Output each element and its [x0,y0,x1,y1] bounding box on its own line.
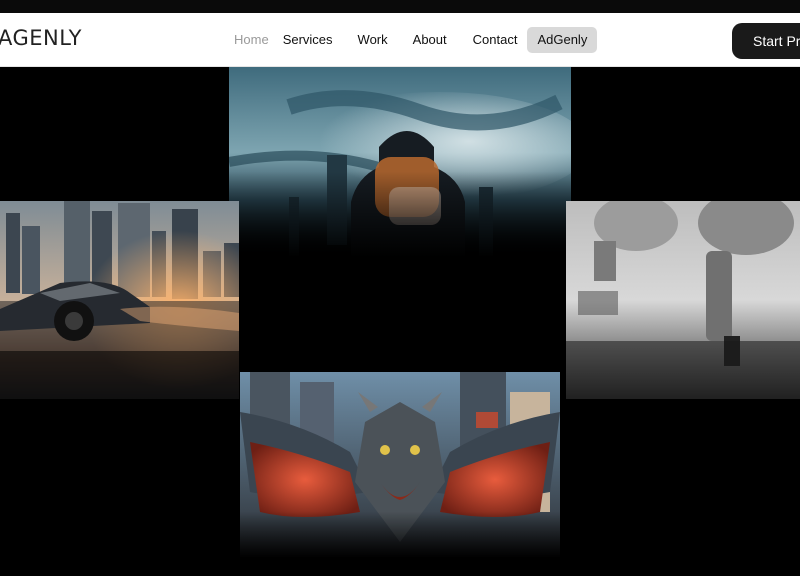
navbar: AGENLY Home Services Work About Contact … [0,13,800,67]
gallery-tile-dragon[interactable] [240,372,560,558]
nav-links: Home Services Work About Contact AdGenly [224,27,598,53]
start-project-button[interactable]: Start Pr [732,23,800,59]
top-strip [0,0,800,13]
nav-link-services[interactable]: Services [279,27,346,53]
nav-link-contact[interactable]: Contact [460,27,528,53]
nav-link-adgenly[interactable]: AdGenly [527,27,598,53]
gallery-tile-futuristic-car[interactable] [0,201,239,399]
dragon-image [240,372,560,558]
nav-link-home[interactable]: Home [224,27,279,53]
nav-link-about[interactable]: About [400,27,460,53]
futuristic-car-image [0,201,239,399]
gallery-tile-hooded-figure[interactable] [229,67,571,257]
gallery-tile-walking-boots[interactable] [566,201,800,399]
hooded-figure-image [229,67,571,257]
brand-logo[interactable]: AGENLY [0,26,82,50]
walking-boots-image [566,201,800,399]
nav-link-work[interactable]: Work [346,27,400,53]
